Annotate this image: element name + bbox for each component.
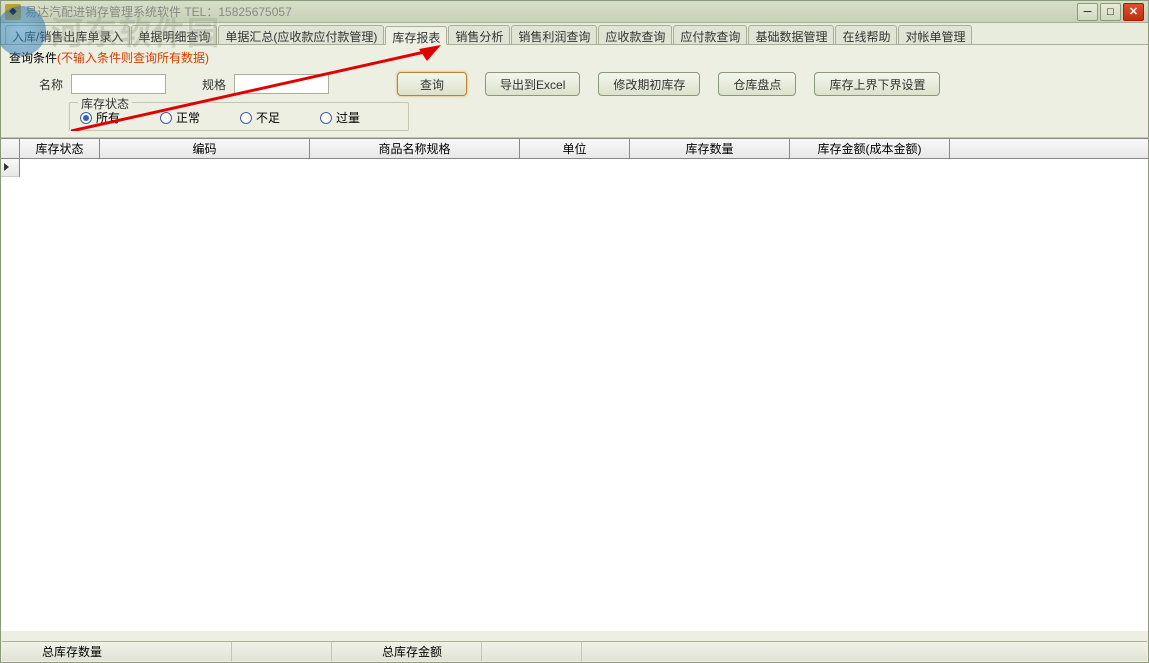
search-panel: 查询条件(不输入条件则查询所有数据) 名称 规格 查询 导出到Excel 修改期…: [1, 45, 1148, 138]
titlebar: ◆ 易达汽配进销存管理系统软件 TEL：15825675057 ─ □ ✕: [1, 1, 1148, 23]
minimize-button[interactable]: ─: [1077, 3, 1098, 21]
search-title-hint: (不输入条件则查询所有数据): [57, 51, 209, 65]
data-table: 库存状态编码商品名称规格单位库存数量库存金额(成本金额): [1, 138, 1148, 631]
tab-2[interactable]: 单据汇总(应收款应付款管理): [218, 25, 384, 44]
maximize-button[interactable]: □: [1100, 3, 1121, 21]
tab-4[interactable]: 销售分析: [448, 25, 510, 44]
table-header: 库存状态编码商品名称规格单位库存数量库存金额(成本金额): [1, 139, 1148, 159]
radio-dot-icon: [320, 112, 332, 124]
row-header-corner: [1, 139, 20, 158]
tab-5[interactable]: 销售利润查询: [511, 25, 597, 44]
radio-label: 过量: [336, 109, 360, 126]
total-amount-label: 总库存金额: [332, 642, 482, 661]
tab-9[interactable]: 在线帮助: [835, 25, 897, 44]
tab-bar: 入库/销售出库单录入单据明细查询单据汇总(应收款应付款管理)库存报表销售分析销售…: [1, 23, 1148, 45]
tab-3[interactable]: 库存报表: [385, 26, 447, 45]
modify-initial-stock-button[interactable]: 修改期初库存: [598, 72, 700, 96]
radio-dot-icon: [160, 112, 172, 124]
column-header-5[interactable]: 库存金额(成本金额): [790, 139, 950, 158]
radio-option-2[interactable]: 不足: [240, 109, 280, 126]
total-qty-label: 总库存数量: [2, 642, 232, 661]
radio-group-label: 库存状态: [78, 95, 132, 112]
tab-0[interactable]: 入库/销售出库单录入: [5, 25, 130, 44]
column-header-2[interactable]: 商品名称规格: [310, 139, 520, 158]
tab-10[interactable]: 对帐单管理: [898, 25, 972, 44]
query-button[interactable]: 查询: [397, 72, 467, 96]
column-header-3[interactable]: 单位: [520, 139, 630, 158]
tab-1[interactable]: 单据明细查询: [131, 25, 217, 44]
status-bar: 总库存数量 总库存金额: [2, 641, 1147, 661]
stock-status-radio-group: 库存状态 所有正常不足过量: [69, 102, 409, 131]
radio-dot-icon: [240, 112, 252, 124]
name-label: 名称: [39, 76, 63, 93]
current-row-indicator: [1, 159, 20, 177]
column-header-1[interactable]: 编码: [100, 139, 310, 158]
tab-6[interactable]: 应收款查询: [598, 25, 672, 44]
total-amount-value: [482, 642, 582, 661]
tab-8[interactable]: 基础数据管理: [748, 25, 834, 44]
name-input[interactable]: [71, 74, 166, 94]
radio-label: 正常: [176, 109, 200, 126]
window-title: 易达汽配进销存管理系统软件 TEL：15825675057: [25, 3, 1077, 20]
radio-option-3[interactable]: 过量: [320, 109, 360, 126]
stock-bounds-button[interactable]: 库存上界下界设置: [814, 72, 940, 96]
tab-7[interactable]: 应付款查询: [673, 25, 747, 44]
column-header-0[interactable]: 库存状态: [20, 139, 100, 158]
total-qty-value: [232, 642, 332, 661]
app-icon: ◆: [5, 4, 21, 20]
radio-option-1[interactable]: 正常: [160, 109, 200, 126]
radio-dot-icon: [80, 112, 92, 124]
search-title: 查询条件(不输入条件则查询所有数据): [9, 49, 1140, 66]
spec-label: 规格: [202, 76, 226, 93]
search-title-prefix: 查询条件: [9, 51, 57, 65]
warehouse-check-button[interactable]: 仓库盘点: [718, 72, 796, 96]
export-excel-button[interactable]: 导出到Excel: [485, 72, 580, 96]
column-header-4[interactable]: 库存数量: [630, 139, 790, 158]
close-button[interactable]: ✕: [1123, 3, 1144, 21]
spec-input[interactable]: [234, 74, 329, 94]
table-body: [1, 159, 1148, 631]
radio-label: 不足: [256, 109, 280, 126]
